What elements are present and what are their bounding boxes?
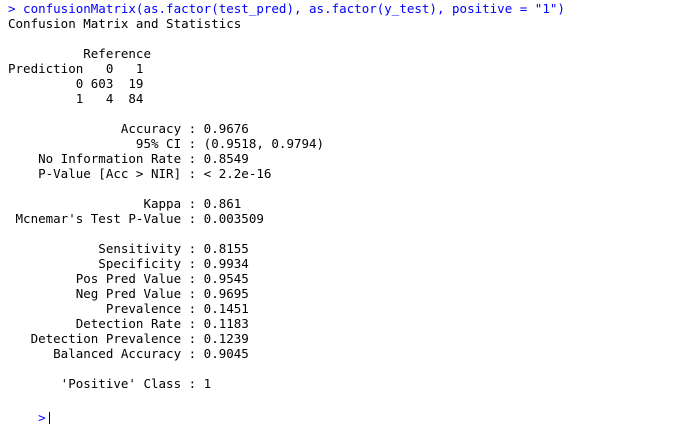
matrix-row-0: 0 603 19 <box>8 76 144 91</box>
positive-class: 'Positive' Class : 1 <box>8 376 212 391</box>
stat-neg-pred-value: Neg Pred Value : 0.9695 <box>8 286 249 301</box>
stat-kappa: Kappa : 0.861 <box>8 196 242 211</box>
stat-mcnemar: Mcnemar's Test P-Value : 0.003509 <box>8 211 264 226</box>
prompt-symbol: > <box>38 410 46 425</box>
stat-balanced-accuracy: Balanced Accuracy : 0.9045 <box>8 346 249 361</box>
stat-specificity: Specificity : 0.9934 <box>8 256 249 271</box>
stat-accuracy: Accuracy : 0.9676 <box>8 121 249 136</box>
stat-detection-rate: Detection Rate : 0.1183 <box>8 316 249 331</box>
stat-sensitivity: Sensitivity : 0.8155 <box>8 241 249 256</box>
stat-no-information-rate: No Information Rate : 0.8549 <box>8 151 249 166</box>
console-output: > confusionMatrix(as.factor(test_pred), … <box>8 1 565 391</box>
command-line: > confusionMatrix(as.factor(test_pred), … <box>8 1 565 16</box>
output-title: Confusion Matrix and Statistics <box>8 16 242 31</box>
stat-detection-prevalence: Detection Prevalence : 0.1239 <box>8 331 249 346</box>
matrix-header-reference: Reference <box>8 46 151 61</box>
matrix-row-1: 1 4 84 <box>8 91 144 106</box>
matrix-header-prediction: Prediction 0 1 <box>8 61 144 76</box>
input-prompt-line[interactable]: > <box>8 395 50 440</box>
stat-pos-pred-value: Pos Pred Value : 0.9545 <box>8 271 249 286</box>
stat-prevalence: Prevalence : 0.1451 <box>8 301 249 316</box>
stat-p-value: P-Value [Acc > NIR] : < 2.2e-16 <box>8 166 272 181</box>
r-console[interactable]: > confusionMatrix(as.factor(test_pred), … <box>0 0 685 425</box>
stat-95-ci: 95% CI : (0.9518, 0.9794) <box>8 136 325 151</box>
